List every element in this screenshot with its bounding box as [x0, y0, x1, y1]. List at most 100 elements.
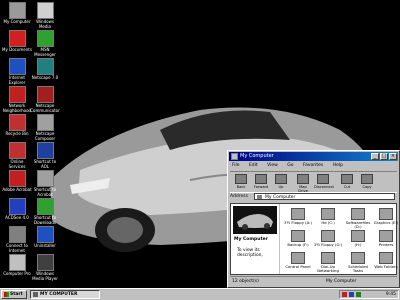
desktop-icon[interactable]: Netscape 7.0	[30, 58, 60, 81]
drive-item-label: 3½ Floppy (G:)	[313, 242, 343, 247]
windows-logo-icon	[4, 292, 9, 297]
application-icon	[36, 114, 54, 131]
minimize-button[interactable]: _	[371, 153, 379, 160]
tray-network-icon[interactable]	[349, 292, 354, 297]
info-pane: My Computer To view its description,	[231, 204, 280, 274]
start-button[interactable]: Start	[1, 290, 27, 299]
drive-item-label: Scheduled Tasks	[348, 264, 368, 274]
desktop-icon[interactable]: MSN Messenger	[30, 30, 60, 57]
desktop-icon-label: My Computer	[3, 19, 31, 24]
drive-item-label: Softwarefiles (D:)	[345, 220, 371, 230]
status-location: My Computer	[326, 279, 357, 284]
menu-bar: File Edit View Go Favorites Help	[230, 162, 397, 170]
drive-item[interactable]: Softwarefiles (D:)	[343, 208, 373, 230]
cut-button[interactable]: Cut	[338, 174, 356, 189]
drive-item[interactable]: Graphics (E:)	[371, 208, 400, 225]
maximize-button[interactable]: □	[380, 153, 388, 160]
address-input[interactable]: My Computer	[254, 193, 395, 200]
desktop-icon[interactable]: My Computer	[2, 2, 32, 25]
desktop-icon[interactable]: Uninstaller	[30, 226, 60, 249]
drive-item-label: Dial-Up Networking	[317, 264, 339, 274]
desktop-icon[interactable]: Netscape Composer	[30, 114, 60, 141]
desktop-icon[interactable]: ACDSee 4.0	[2, 198, 32, 221]
menu-view[interactable]: View	[265, 163, 278, 168]
drive-item[interactable]: 3½ Floppy (A:)	[283, 208, 313, 225]
application-icon	[8, 142, 26, 159]
desktop-icon[interactable]: Shortcut to Acrobat	[30, 170, 60, 197]
drive-item[interactable]: (H:)	[343, 230, 373, 247]
desktop-icon-label: MSN Messenger	[34, 47, 56, 57]
computer-icon	[231, 153, 238, 160]
desktop-icon[interactable]: Online Services	[2, 142, 32, 169]
drive-item[interactable]: Web Folders	[371, 252, 400, 269]
drive-item[interactable]: Control Panel	[283, 252, 313, 269]
drive-icon	[321, 208, 335, 220]
computer-icon	[257, 195, 262, 199]
address-bar: Address My Computer	[230, 192, 397, 202]
desktop-icon[interactable]: Connect to Internet	[2, 226, 32, 253]
desktop-icon[interactable]: Windows Media	[30, 2, 60, 29]
window-titlebar[interactable]: My Computer _ □ ×	[229, 152, 398, 161]
drive-item[interactable]: Printers	[371, 230, 400, 247]
drive-icon	[321, 230, 335, 242]
application-icon	[8, 198, 26, 215]
desktop-icon[interactable]: My Documents	[2, 30, 32, 53]
map-drive-icon	[297, 174, 309, 184]
up-button[interactable]: Up	[272, 174, 290, 189]
desktop-icon-label: Uninstaller	[34, 243, 56, 248]
menu-go[interactable]: Go	[285, 163, 293, 168]
drive-item-label: Hd (C:)	[321, 220, 335, 225]
drive-item-label: Printers	[378, 242, 394, 247]
drive-item-label: Control Panel	[285, 264, 311, 269]
map-drive-button[interactable]: Map Drive	[294, 174, 312, 193]
disconnect-button[interactable]: Disconnect	[314, 174, 334, 189]
application-icon	[36, 226, 54, 243]
drive-item-label: Graphics (E:)	[373, 220, 399, 225]
desktop-icon[interactable]: Recycle Bin	[2, 114, 32, 137]
drive-item[interactable]: 3½ Floppy (G:)	[313, 230, 343, 247]
application-icon	[36, 30, 54, 47]
drive-item[interactable]: Backup (F:)	[283, 230, 313, 247]
application-icon	[36, 170, 54, 187]
desktop-icon[interactable]: Network Neighborhood	[2, 86, 32, 113]
application-icon	[8, 2, 26, 19]
desktop-icon[interactable]: Internet Explorer	[2, 58, 32, 85]
taskbar: Start MY COMPUTER 9:45	[0, 288, 400, 300]
drive-item[interactable]: Dial-Up Networking	[313, 252, 343, 274]
back-button[interactable]: Back	[232, 174, 250, 189]
tray-volume-icon[interactable]	[356, 292, 361, 297]
desktop-icon[interactable]: Shortcut to AOL	[30, 142, 60, 169]
copy-button[interactable]: Copy	[358, 174, 376, 189]
taskbar-button-my-computer[interactable]: MY COMPUTER	[30, 290, 100, 299]
tray-app-icon[interactable]	[342, 292, 347, 297]
desktop-icon[interactable]: Computer Pro	[2, 254, 32, 277]
desktop-icon[interactable]: Adobe Acrobat	[2, 170, 32, 193]
address-value: My Computer	[265, 195, 296, 200]
copy-icon	[361, 174, 373, 184]
application-icon	[36, 2, 54, 19]
drive-icon	[291, 208, 305, 220]
application-icon	[8, 58, 26, 75]
cut-label: Cut	[343, 185, 351, 189]
drive-item[interactable]: Scheduled Tasks	[343, 252, 373, 274]
application-icon	[36, 142, 54, 159]
desktop-icon[interactable]: Windows Media Player	[30, 254, 60, 281]
menu-help[interactable]: Help	[331, 163, 343, 168]
drive-item[interactable]: Hd (C:)	[313, 208, 343, 225]
menu-favorites[interactable]: Favorites	[301, 163, 323, 168]
window-title: My Computer	[240, 153, 274, 159]
desktop-icon-label: Computer Pro	[3, 271, 31, 276]
forward-button[interactable]: Forward	[252, 174, 270, 189]
status-bar: 12 object(s) My Computer	[230, 276, 397, 286]
desktop-icon[interactable]: Netscape Communicator	[30, 86, 60, 113]
menu-file[interactable]: File	[230, 163, 240, 168]
drive-icon	[379, 252, 393, 264]
close-button[interactable]: ×	[389, 153, 397, 160]
forward-label: Forward	[253, 185, 269, 189]
menu-edit[interactable]: Edit	[247, 163, 258, 168]
pane-description: To view its description,	[237, 248, 263, 258]
application-icon	[8, 114, 26, 131]
clock[interactable]: 9:45	[386, 291, 396, 299]
desktop-icon[interactable]: Shortcut to Downloads	[30, 198, 60, 225]
drive-item-label: Backup (F:)	[287, 242, 309, 247]
